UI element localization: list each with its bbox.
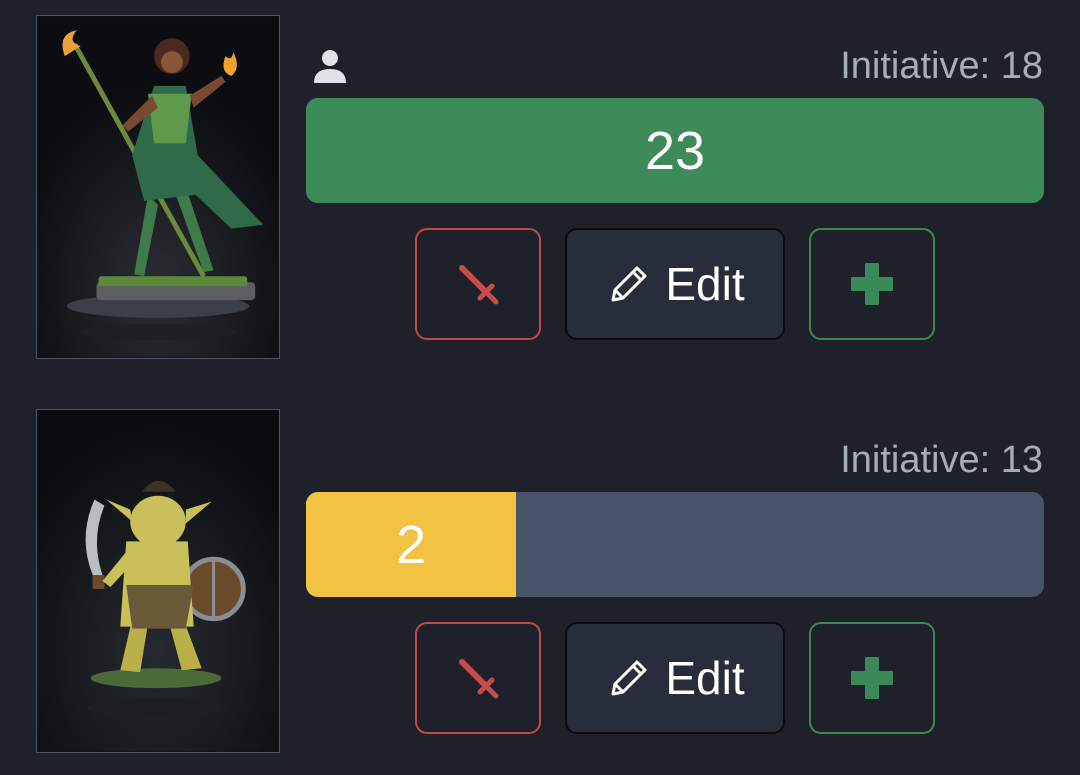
edit-label: Edit — [665, 652, 745, 704]
hp-bar[interactable]: 23 — [306, 98, 1044, 203]
goblin-miniature — [37, 410, 279, 752]
plus-icon — [851, 263, 893, 305]
user-icon — [314, 50, 346, 83]
damage-button[interactable] — [415, 228, 541, 340]
hp-value: 23 — [644, 120, 706, 181]
sword-icon — [459, 659, 499, 699]
portrait-image[interactable] — [36, 409, 280, 753]
hp-bar[interactable]: 2 — [306, 492, 1044, 597]
combatant-card: Initiative: 18 23 Edit — [0, 0, 1080, 360]
pencil-icon — [611, 660, 647, 696]
edit-label: Edit — [665, 258, 745, 310]
edit-button[interactable]: Edit — [565, 622, 785, 734]
heal-button[interactable] — [809, 622, 935, 734]
initiative-label: Initiative: 13 — [840, 439, 1043, 481]
sword-icon — [459, 265, 499, 305]
edit-button[interactable]: Edit — [565, 228, 785, 340]
damage-button[interactable] — [415, 622, 541, 734]
plus-icon — [851, 657, 893, 699]
portrait-image[interactable] — [36, 15, 280, 359]
sorceress-miniature — [37, 16, 279, 358]
pencil-icon — [611, 266, 647, 302]
combatant-card: Initiative: 13 2 Edit — [0, 394, 1080, 754]
hp-value: 2 — [396, 514, 427, 575]
initiative-label: Initiative: 18 — [840, 45, 1043, 87]
heal-button[interactable] — [809, 228, 935, 340]
